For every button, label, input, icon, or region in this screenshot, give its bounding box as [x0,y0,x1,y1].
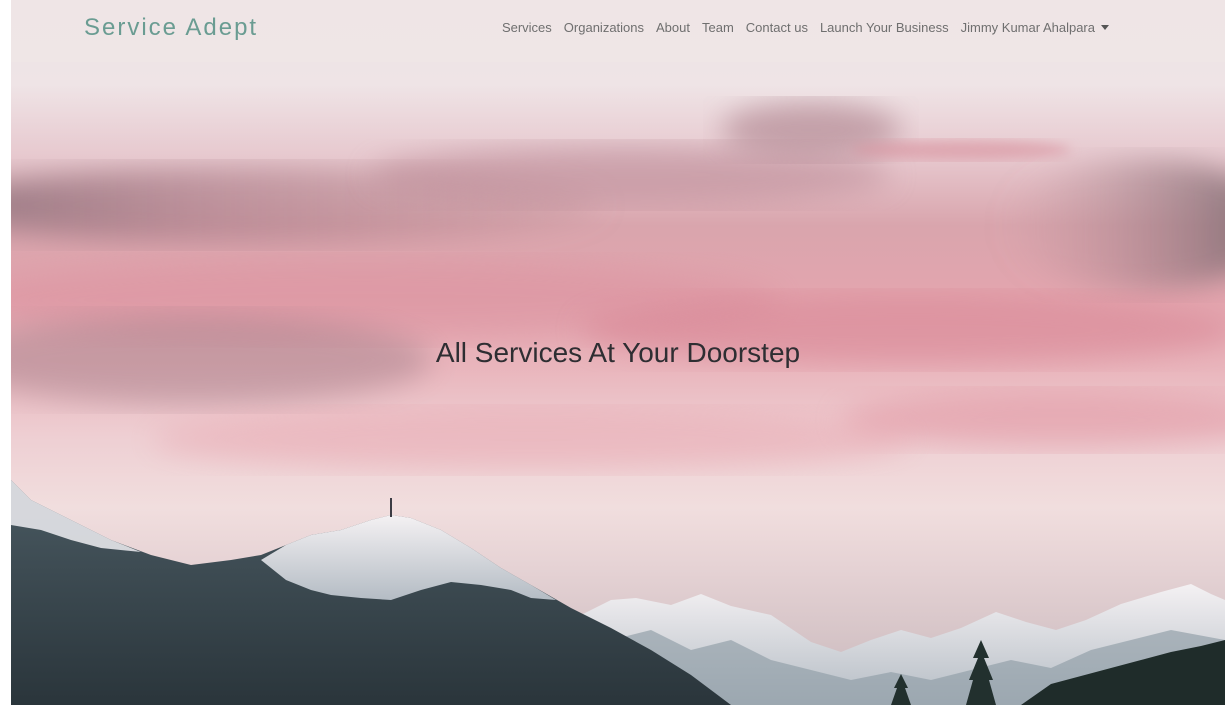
hero-headline: All Services At Your Doorstep [435,337,801,368]
nav-link-services[interactable]: Services [496,20,558,35]
nav-link-organizations[interactable]: Organizations [558,20,650,35]
user-menu-label: Jimmy Kumar Ahalpara [960,20,1095,35]
hero-section: Service Adept Services Organizations Abo… [11,0,1225,705]
nav-menu: Services Organizations About Team Contac… [496,20,1115,35]
nav-link-about[interactable]: About [650,20,696,35]
brand-logo[interactable]: Service Adept [84,14,258,42]
page: Service Adept Services Organizations Abo… [0,0,1225,705]
nav-link-contact-us[interactable]: Contact us [740,20,814,35]
top-navbar: Service Adept Services Organizations Abo… [11,0,1225,62]
nav-link-team[interactable]: Team [696,20,740,35]
nav-link-launch-your-business[interactable]: Launch Your Business [814,20,955,35]
caret-down-icon [1101,25,1109,30]
user-menu-dropdown[interactable]: Jimmy Kumar Ahalpara [955,20,1115,35]
